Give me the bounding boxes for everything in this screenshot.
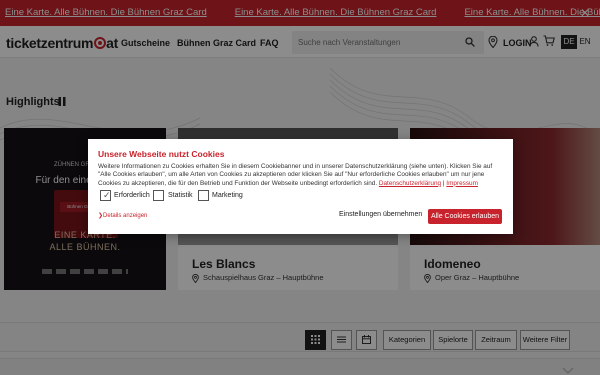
checkbox-statistik[interactable]	[153, 190, 164, 201]
checkbox-marketing[interactable]	[198, 190, 209, 201]
checkmark-icon: ✓	[103, 190, 111, 200]
cookie-title: Unsere Webseite nutzt Cookies	[98, 149, 225, 159]
label-statistik: Statistik	[168, 192, 193, 199]
link-separator: |	[442, 179, 445, 187]
cookie-description: Weitere Informationen zu Cookies erhalte…	[98, 163, 503, 188]
label-erforderlich: Erforderlich	[114, 192, 150, 199]
save-settings-button[interactable]: Einstellungen übernehmen	[339, 211, 422, 218]
accept-all-cookies-button[interactable]: Alle Cookies erlauben	[428, 209, 502, 224]
cookie-consent-dialog: Unsere Webseite nutzt Cookies Weitere In…	[88, 139, 513, 234]
imprint-link[interactable]: Impressum	[446, 180, 478, 187]
chevron-down-icon[interactable]	[562, 366, 574, 375]
checkbox-erforderlich[interactable]: ✓	[100, 190, 111, 201]
label-marketing: Marketing	[212, 192, 243, 199]
details-toggle[interactable]: ❯Details anzeigen	[98, 212, 147, 219]
details-label: Details anzeigen	[103, 213, 148, 219]
privacy-link[interactable]: Datenschutzerklärung	[379, 180, 441, 187]
